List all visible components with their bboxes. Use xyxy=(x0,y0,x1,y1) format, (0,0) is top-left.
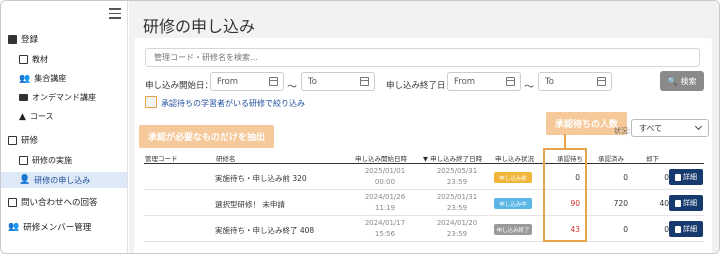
row-name: 選択型研修！ 未申請 xyxy=(215,200,285,209)
callout-connector xyxy=(564,134,566,148)
end-from-input[interactable]: From xyxy=(447,72,521,91)
status-select[interactable]: すべて xyxy=(631,119,709,137)
row-rejected: 0 xyxy=(664,173,669,182)
sidebar-item-group-course[interactable]: 👥 集合講座 xyxy=(19,73,66,84)
range-separator: ～ xyxy=(287,82,297,93)
start-to-input[interactable]: To xyxy=(301,72,375,91)
pending-filter-checkbox[interactable] xyxy=(145,96,157,108)
col-header-approved[interactable]: 承認済み xyxy=(598,153,624,163)
plus-square-icon xyxy=(8,34,17,44)
calendar-icon xyxy=(269,77,278,86)
col-header-name[interactable]: 研修名 xyxy=(216,153,236,163)
start-date-label: 申し込み開始日： xyxy=(145,81,214,91)
status-label: 状況: xyxy=(614,127,631,135)
sidebar-section-register[interactable]: 登録 xyxy=(8,33,38,45)
row-end: 2025/01/31 23:59 xyxy=(436,193,478,212)
folder-icon xyxy=(19,94,28,101)
status-badge: 申し込み終了 xyxy=(494,224,532,235)
table-row: 実施待ち・申し込み終了 408 2024/01/17 15:56 2024/01/… xyxy=(144,216,704,242)
member-icon: 👥 xyxy=(8,222,20,232)
col-header-start[interactable]: 申し込み開始日時 xyxy=(355,153,407,163)
col-header-code[interactable]: 管理コード xyxy=(145,153,178,163)
callout-filter: 承認が必要なものだけを抽出 xyxy=(139,125,275,148)
row-start: 2025/01/01 00:00 xyxy=(364,167,406,186)
book-icon xyxy=(19,55,28,64)
col-header-rejected[interactable]: 却下 xyxy=(646,153,659,163)
end-to-input[interactable]: To xyxy=(538,72,612,91)
pending-filter-label[interactable]: 承認待ちの学習者がいる研修で絞り込み xyxy=(161,98,305,109)
calendar-icon xyxy=(360,77,369,86)
col-header-status[interactable]: 申し込み状況 xyxy=(495,153,534,163)
calendar-icon xyxy=(19,156,28,165)
mail-icon xyxy=(8,197,17,207)
col-header-end[interactable]: ▼ 申し込み終了日時 xyxy=(423,153,482,163)
document-icon xyxy=(675,173,681,181)
table-row: 実施待ち・申し込み前 320 2025/01/01 00:00 2025/05/3… xyxy=(144,164,704,190)
content-card: 申し込み開始日： From ～ To 申し込み終了日： From ～ To 🔍 xyxy=(134,38,712,253)
main-content: 研修の申し込み 申し込み開始日： From ～ To 申し込み終了日： From… xyxy=(129,1,719,253)
row-name: 実施待ち・申し込み前 320 xyxy=(215,174,307,183)
people-icon: 👥 xyxy=(19,73,31,84)
detail-button[interactable]: 詳細 xyxy=(669,195,703,211)
sidebar-section-inquiries[interactable]: 問い合わせへの回答 xyxy=(8,196,98,208)
range-separator: ～ xyxy=(524,82,534,93)
sidebar-item-course[interactable]: ▲ コース xyxy=(19,111,54,122)
row-start: 2024/01/17 15:56 xyxy=(364,219,406,238)
calendar-icon xyxy=(597,77,606,86)
document-icon xyxy=(675,199,681,207)
detail-button[interactable]: 詳細 xyxy=(669,169,703,185)
app-window: 登録 教材 👥 集合講座 オンデマンド講座 ▲ コース 研修 研修の実施 👤 研… xyxy=(0,0,720,254)
row-approved: 0 xyxy=(623,173,628,182)
start-from-input[interactable]: From xyxy=(210,72,284,91)
search-icon: 🔍 xyxy=(667,76,678,86)
search-button[interactable]: 🔍 検索 xyxy=(660,71,704,91)
row-end: 2024/01/20 23:59 xyxy=(436,219,478,238)
row-rejected: 0 xyxy=(664,225,669,234)
sidebar-section-members[interactable]: 👥 研修メンバー管理 xyxy=(8,221,91,233)
sidebar-item-training-apply[interactable]: 👤 研修の申し込み xyxy=(1,172,127,188)
page-title: 研修の申し込み xyxy=(143,17,256,36)
document-icon xyxy=(675,225,681,233)
status-badge: 申し込み前 xyxy=(494,172,532,183)
sidebar: 登録 教材 👥 集合講座 オンデマンド講座 ▲ コース 研修 研修の実施 👤 研… xyxy=(1,1,128,253)
sidebar-item-ondemand[interactable]: オンデマンド講座 xyxy=(19,92,96,103)
status-badge: 申し込み中 xyxy=(494,198,532,209)
detail-button[interactable]: 詳細 xyxy=(669,221,703,237)
row-name: 実施待ち・申し込み終了 408 xyxy=(215,226,315,235)
sidebar-item-materials[interactable]: 教材 xyxy=(19,54,48,65)
calendar-icon xyxy=(506,77,515,86)
search-input[interactable] xyxy=(145,48,700,67)
end-date-label: 申し込み終了日： xyxy=(386,81,455,91)
course-icon: ▲ xyxy=(19,111,26,122)
training-icon xyxy=(8,135,17,145)
sidebar-section-training[interactable]: 研修 xyxy=(8,134,38,146)
row-start: 2024/01/26 11:19 xyxy=(364,193,406,212)
row-rejected: 40 xyxy=(659,199,669,208)
pending-highlight-box xyxy=(543,148,587,242)
chevron-down-icon xyxy=(694,122,703,131)
menu-icon[interactable] xyxy=(109,8,121,19)
table-row: 選択型研修！ 未申請 2024/01/26 11:19 2025/01/31 23:… xyxy=(144,190,704,216)
row-approved: 720 xyxy=(613,199,628,208)
row-approved: 0 xyxy=(623,225,628,234)
row-end: 2025/05/31 23:59 xyxy=(436,167,478,186)
person-icon: 👤 xyxy=(19,175,31,185)
sidebar-item-training-run[interactable]: 研修の実施 xyxy=(19,155,72,166)
